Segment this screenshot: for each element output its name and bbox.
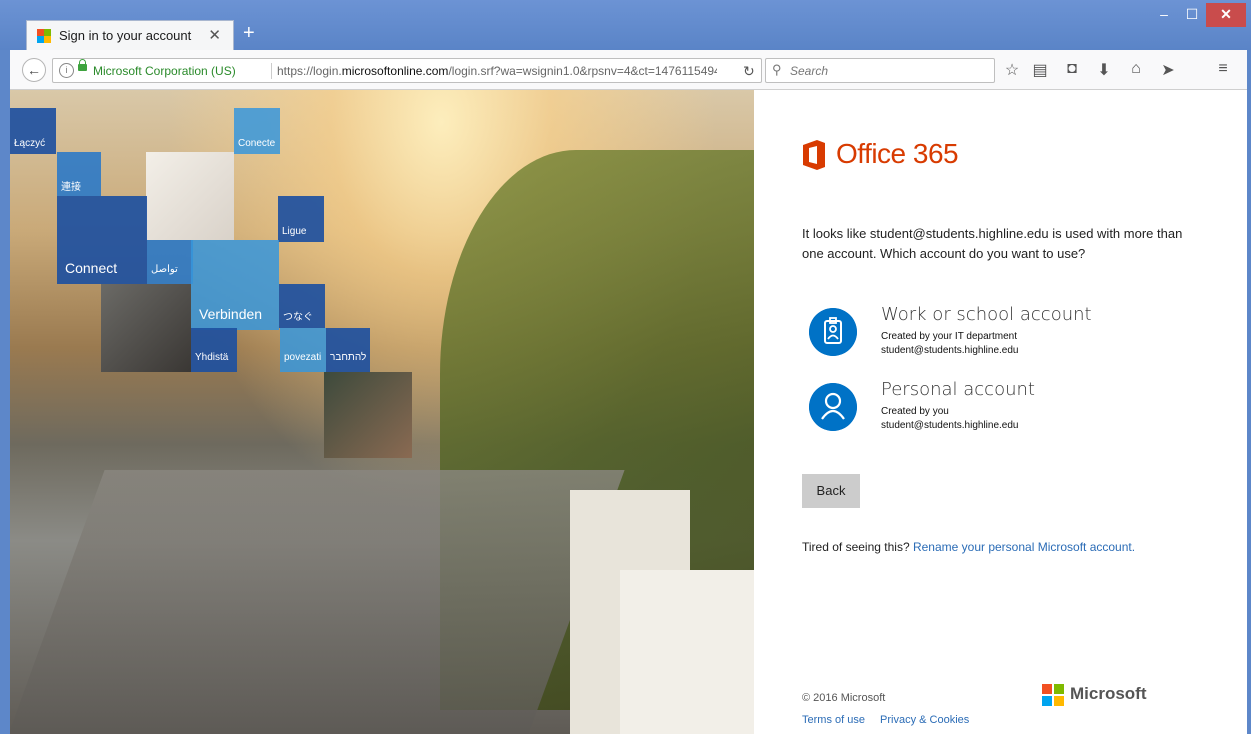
tile-yhdista: Yhdistä (191, 328, 237, 372)
personal-account-option[interactable]: Personal account Created by you student@… (809, 379, 1189, 443)
account-title: Work or school account (881, 304, 1092, 325)
account-title: Personal account (881, 379, 1035, 400)
reload-icon[interactable]: ↻ (743, 63, 755, 80)
address-bar[interactable]: i Microsoft Corporation (US) https://log… (52, 58, 762, 83)
account-details: Created by you student@students.highline… (881, 406, 1019, 431)
wall (620, 570, 754, 734)
tired-text: Tired of seeing this? (802, 540, 910, 554)
background-photo: Łączyć Conecte 連接 Ligue Connect تواصل Ve… (10, 90, 754, 734)
site-identity[interactable]: Microsoft Corporation (US) (93, 64, 236, 78)
person-icon (809, 383, 857, 431)
tile-connect: Connect (57, 196, 147, 284)
url-text[interactable]: https://login.microsoftonline.com/login.… (277, 64, 717, 78)
divider (271, 63, 272, 79)
minimize-button[interactable]: ‒ (1150, 3, 1178, 27)
lock-icon[interactable] (78, 59, 87, 71)
search-placeholder: Search (790, 64, 829, 78)
microsoft-favicon-icon (37, 29, 51, 43)
reading-list-icon[interactable]: ▤ (1030, 60, 1050, 80)
info-icon[interactable]: i (59, 63, 74, 78)
highway (10, 470, 625, 734)
menu-icon[interactable]: ≡ (1213, 60, 1233, 78)
office-365-brand: Office 365 (836, 138, 959, 169)
microsoft-logo-icon (1042, 684, 1064, 706)
send-icon[interactable]: ➤ (1158, 60, 1178, 80)
bookmark-star-icon[interactable]: ☆ (1002, 60, 1022, 80)
download-icon[interactable]: ⬇ (1094, 60, 1114, 80)
tile-photo-man (101, 284, 191, 372)
privacy-cookies-link[interactable]: Privacy & Cookies (880, 714, 969, 726)
tile-lacz: Łączyć (10, 108, 56, 154)
new-tab-icon[interactable]: + (243, 22, 255, 45)
sign-in-panel: Office 365 It looks like student@student… (754, 90, 1247, 734)
terms-of-use-link[interactable]: Terms of use (802, 714, 865, 726)
tile-chinese: 連接 (57, 152, 101, 196)
office-logo-icon (803, 140, 825, 170)
account-details: Created by your IT department student@st… (881, 331, 1019, 356)
tab-title: Sign in to your account (59, 28, 192, 43)
account-question: It looks like student@students.highline.… (802, 226, 1183, 261)
page-content: Łączyć Conecte 連接 Ligue Connect تواصل Ve… (10, 90, 1247, 734)
tile-povezati: povezati (280, 328, 326, 372)
browser-tab[interactable]: Sign in to your account ✕ (26, 20, 234, 50)
home-icon[interactable]: ⌂ (1126, 60, 1146, 78)
work-or-school-account-option[interactable]: Work or school account Created by your I… (809, 304, 1189, 368)
tab-close-icon[interactable]: ✕ (208, 26, 221, 44)
tile-ligue: Ligue (278, 196, 324, 242)
tired-message: Tired of seeing this? Rename your person… (802, 540, 1135, 554)
tile-arabic: تواصل (147, 240, 193, 284)
rename-account-link[interactable]: Rename your personal Microsoft account. (913, 540, 1135, 554)
footer-links: Terms of use Privacy & Cookies (802, 714, 981, 726)
tile-conecte: Conecte (234, 108, 280, 154)
pocket-icon[interactable]: ◘ (1062, 60, 1082, 78)
navigation-toolbar: ← i Microsoft Corporation (US) https://l… (10, 50, 1247, 90)
tile-verbinden: Verbinden (191, 240, 279, 330)
tile-photo-laptop (324, 372, 412, 458)
search-icon: ⚲ (772, 62, 782, 77)
tile-hebrew: להתחבר (326, 328, 370, 372)
maximize-button[interactable]: ☐ (1178, 3, 1206, 27)
close-window-button[interactable]: ✕ (1206, 3, 1246, 27)
back-button[interactable]: Back (802, 474, 860, 508)
back-arrow-icon[interactable]: ← (22, 58, 46, 82)
search-bar[interactable]: ⚲ Search (765, 58, 995, 83)
title-bar: Sign in to your account ✕ + ‒ ☐ ✕ (0, 0, 1251, 50)
badge-icon (809, 308, 857, 356)
copyright: © 2016 Microsoft (802, 692, 886, 704)
tile-photo-woman (146, 152, 234, 240)
microsoft-brand: Microsoft (1070, 684, 1147, 703)
tile-japanese: つなぐ (279, 284, 325, 328)
